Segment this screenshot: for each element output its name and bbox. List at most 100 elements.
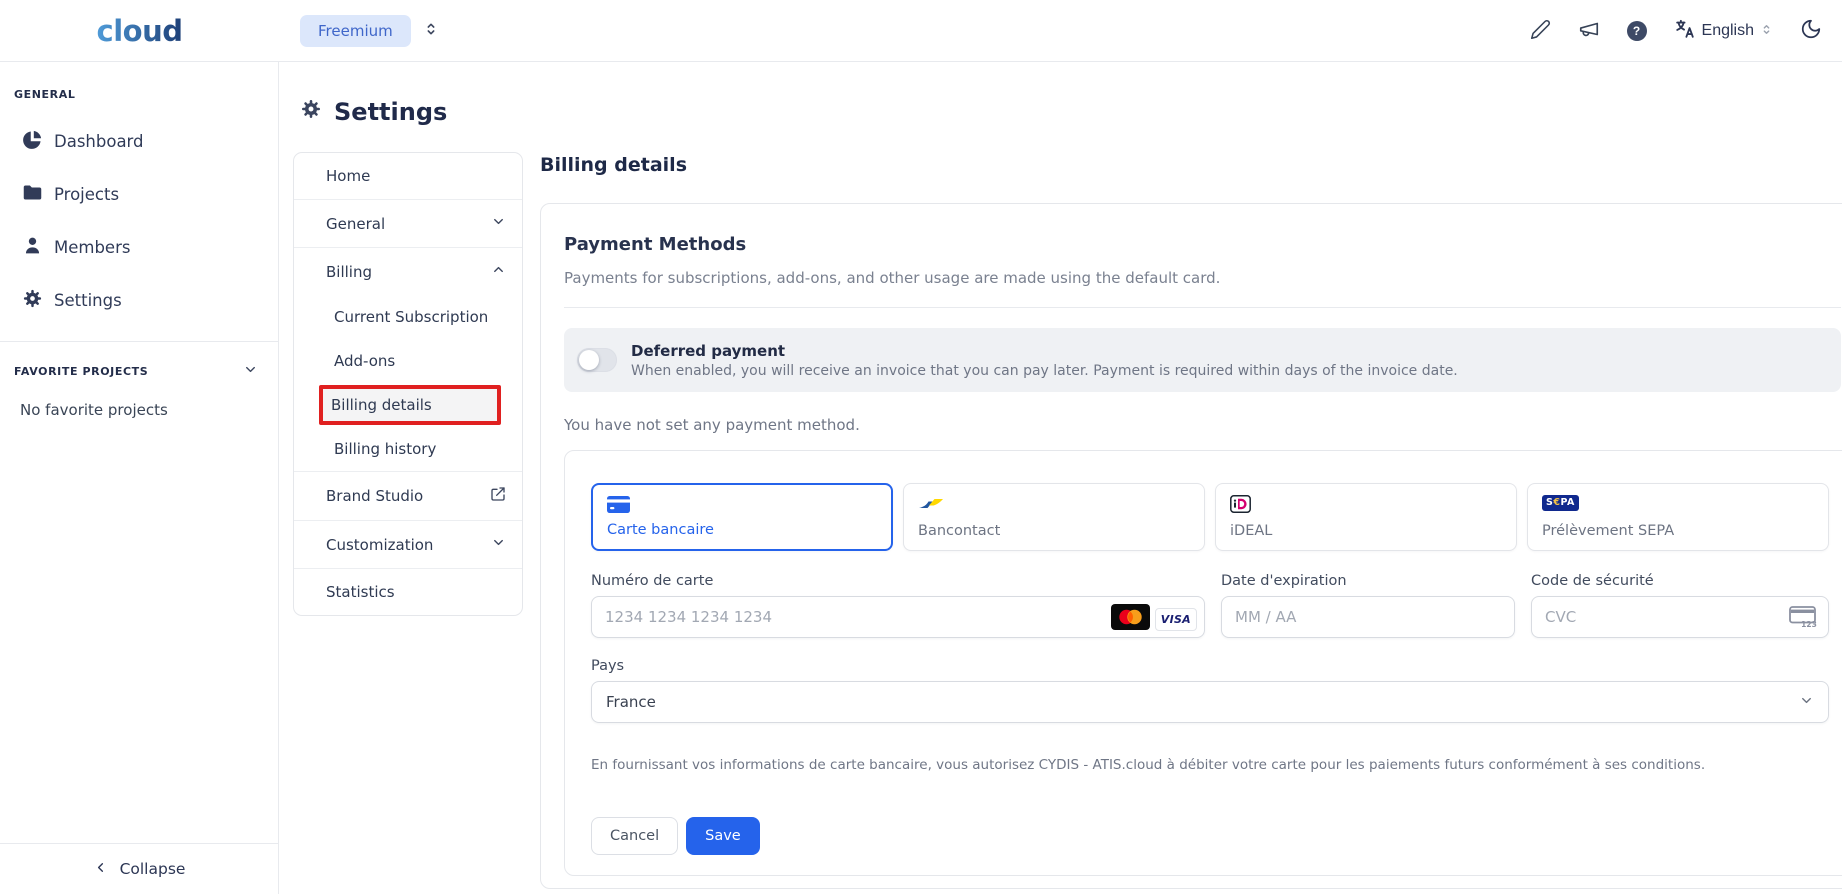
chevron-down-icon (491, 535, 506, 554)
payment-methods-card: Payment Methods Payments for subscriptio… (540, 203, 1842, 889)
external-link-icon (490, 486, 506, 506)
chevron-up-down-icon (1760, 23, 1773, 39)
sidebar-item-label: Members (54, 238, 130, 257)
save-button[interactable]: Save (686, 817, 760, 855)
cvc-input[interactable] (1531, 596, 1829, 638)
sidebar-nav: Dashboard Projects Members (0, 105, 278, 327)
help-button[interactable]: ? (1627, 21, 1647, 41)
translate-icon (1674, 18, 1696, 43)
sidebar-section-favorites: FAVORITE PROJECTS (14, 365, 148, 378)
cvc-label: Code de sécurité (1531, 573, 1829, 589)
sidebar-collapse-button[interactable]: Collapse (0, 843, 278, 894)
settings-nav: Home General Billing (293, 152, 523, 616)
deferred-payment-toggle[interactable] (577, 348, 617, 372)
pencil-icon (1530, 19, 1551, 43)
plan-selector[interactable]: Freemium (300, 15, 439, 47)
moon-icon (1800, 18, 1822, 43)
settings-nav-billing-history[interactable]: Billing history (294, 427, 522, 471)
sidebar-item-members[interactable]: Members (0, 221, 278, 274)
logo-area: cloud (0, 14, 279, 48)
sidebar: GENERAL Dashboard Projects (0, 62, 279, 894)
tab-label: Carte bancaire (607, 522, 714, 538)
help-icon: ? (1627, 21, 1647, 41)
favorite-projects-header[interactable]: FAVORITE PROJECTS (0, 342, 278, 385)
ideal-icon (1230, 495, 1251, 517)
tab-sepa[interactable]: S€PA Prélèvement SEPA (1527, 483, 1829, 551)
credit-card-icon (607, 496, 630, 517)
tab-label: Bancontact (918, 523, 1000, 539)
folder-icon (22, 182, 43, 207)
settings-nav-home[interactable]: Home (294, 153, 522, 199)
settings-nav-general[interactable]: General (294, 199, 522, 247)
pie-chart-icon (22, 129, 43, 154)
settings-nav-billing[interactable]: Billing (294, 247, 522, 295)
megaphone-icon (1578, 18, 1600, 43)
payment-method-tabs: Carte bancaire Bancontact (591, 483, 1829, 551)
language-selector[interactable]: English (1674, 18, 1773, 43)
tab-label: iDEAL (1230, 523, 1272, 539)
gear-icon (22, 288, 43, 313)
gear-icon (300, 98, 322, 126)
chevron-left-icon (93, 860, 108, 879)
plan-badge[interactable]: Freemium (300, 15, 411, 47)
main-content: Settings Home General Billing (279, 62, 1842, 894)
sepa-icon: S€PA (1542, 495, 1579, 511)
header-actions: ? English (1530, 18, 1842, 43)
page-title: Settings (300, 98, 1842, 126)
chevron-down-icon[interactable] (243, 362, 258, 381)
chevron-up-down-icon[interactable] (423, 21, 439, 41)
add-payment-method-form: Carte bancaire Bancontact (564, 450, 1842, 876)
billing-details-panel: Billing details Payment Methods Payments… (540, 152, 1842, 889)
deferred-payment-banner: Deferred payment When enabled, you will … (564, 328, 1841, 392)
settings-nav-statistics[interactable]: Statistics (294, 568, 522, 615)
card-description: Payments for subscriptions, add-ons, and… (564, 269, 1841, 287)
section-title: Billing details (540, 154, 1842, 176)
settings-nav-add-ons[interactable]: Add-ons (294, 339, 522, 383)
app-logo: cloud (97, 14, 183, 48)
collapse-label: Collapse (120, 860, 186, 878)
country-value: France (606, 693, 656, 711)
top-bar: cloud Freemium ? (0, 0, 1842, 62)
tab-ideal[interactable]: iDEAL (1215, 483, 1517, 551)
card-number-label: Numéro de carte (591, 573, 1205, 589)
language-label: English (1702, 22, 1754, 40)
settings-nav-customization[interactable]: Customization (294, 520, 522, 568)
sidebar-item-dashboard[interactable]: Dashboard (0, 115, 278, 168)
sidebar-item-label: Projects (54, 185, 119, 204)
chevron-up-icon (491, 262, 506, 281)
deferred-payment-description: When enabled, you will receive an invoic… (631, 363, 1458, 379)
country-label: Pays (591, 658, 1829, 674)
card-title: Payment Methods (564, 234, 1841, 255)
sidebar-item-label: Settings (54, 291, 122, 310)
toggle-knob (579, 350, 599, 370)
favorites-empty-text: No favorite projects (0, 385, 278, 419)
app-window: cloud Freemium ? (0, 0, 1842, 894)
expiry-input[interactable] (1221, 596, 1515, 638)
no-payment-method-text: You have not set any payment method. (564, 416, 1841, 434)
settings-nav-billing-details[interactable]: Billing details (319, 385, 501, 425)
bancontact-icon (918, 495, 944, 514)
sidebar-section-general: GENERAL (0, 62, 278, 105)
sidebar-item-label: Dashboard (54, 132, 144, 151)
cvc-card-icon: 123 (1789, 606, 1819, 632)
cancel-button[interactable]: Cancel (591, 817, 678, 855)
sidebar-item-settings[interactable]: Settings (0, 274, 278, 327)
svg-text:123: 123 (1801, 620, 1817, 628)
settings-nav-billing-details-row: Billing details (294, 383, 522, 427)
sidebar-item-projects[interactable]: Projects (0, 168, 278, 221)
country-select[interactable]: France (591, 681, 1829, 723)
tab-carte-bancaire[interactable]: Carte bancaire (591, 483, 893, 551)
chevron-down-icon (491, 214, 506, 233)
dark-mode-toggle[interactable] (1800, 18, 1822, 43)
deferred-payment-label: Deferred payment (631, 342, 1458, 360)
user-icon (22, 235, 43, 260)
tab-bancontact[interactable]: Bancontact (903, 483, 1205, 551)
expiry-label: Date d'expiration (1221, 573, 1515, 589)
visa-icon: VISA (1155, 608, 1197, 631)
divider (564, 307, 1841, 308)
announcements-button[interactable] (1578, 18, 1600, 43)
card-authorization-disclaimer: En fournissant vos informations de carte… (591, 757, 1829, 773)
settings-nav-current-subscription[interactable]: Current Subscription (294, 295, 522, 339)
settings-nav-brand-studio[interactable]: Brand Studio (294, 471, 522, 520)
edit-button[interactable] (1530, 19, 1551, 43)
